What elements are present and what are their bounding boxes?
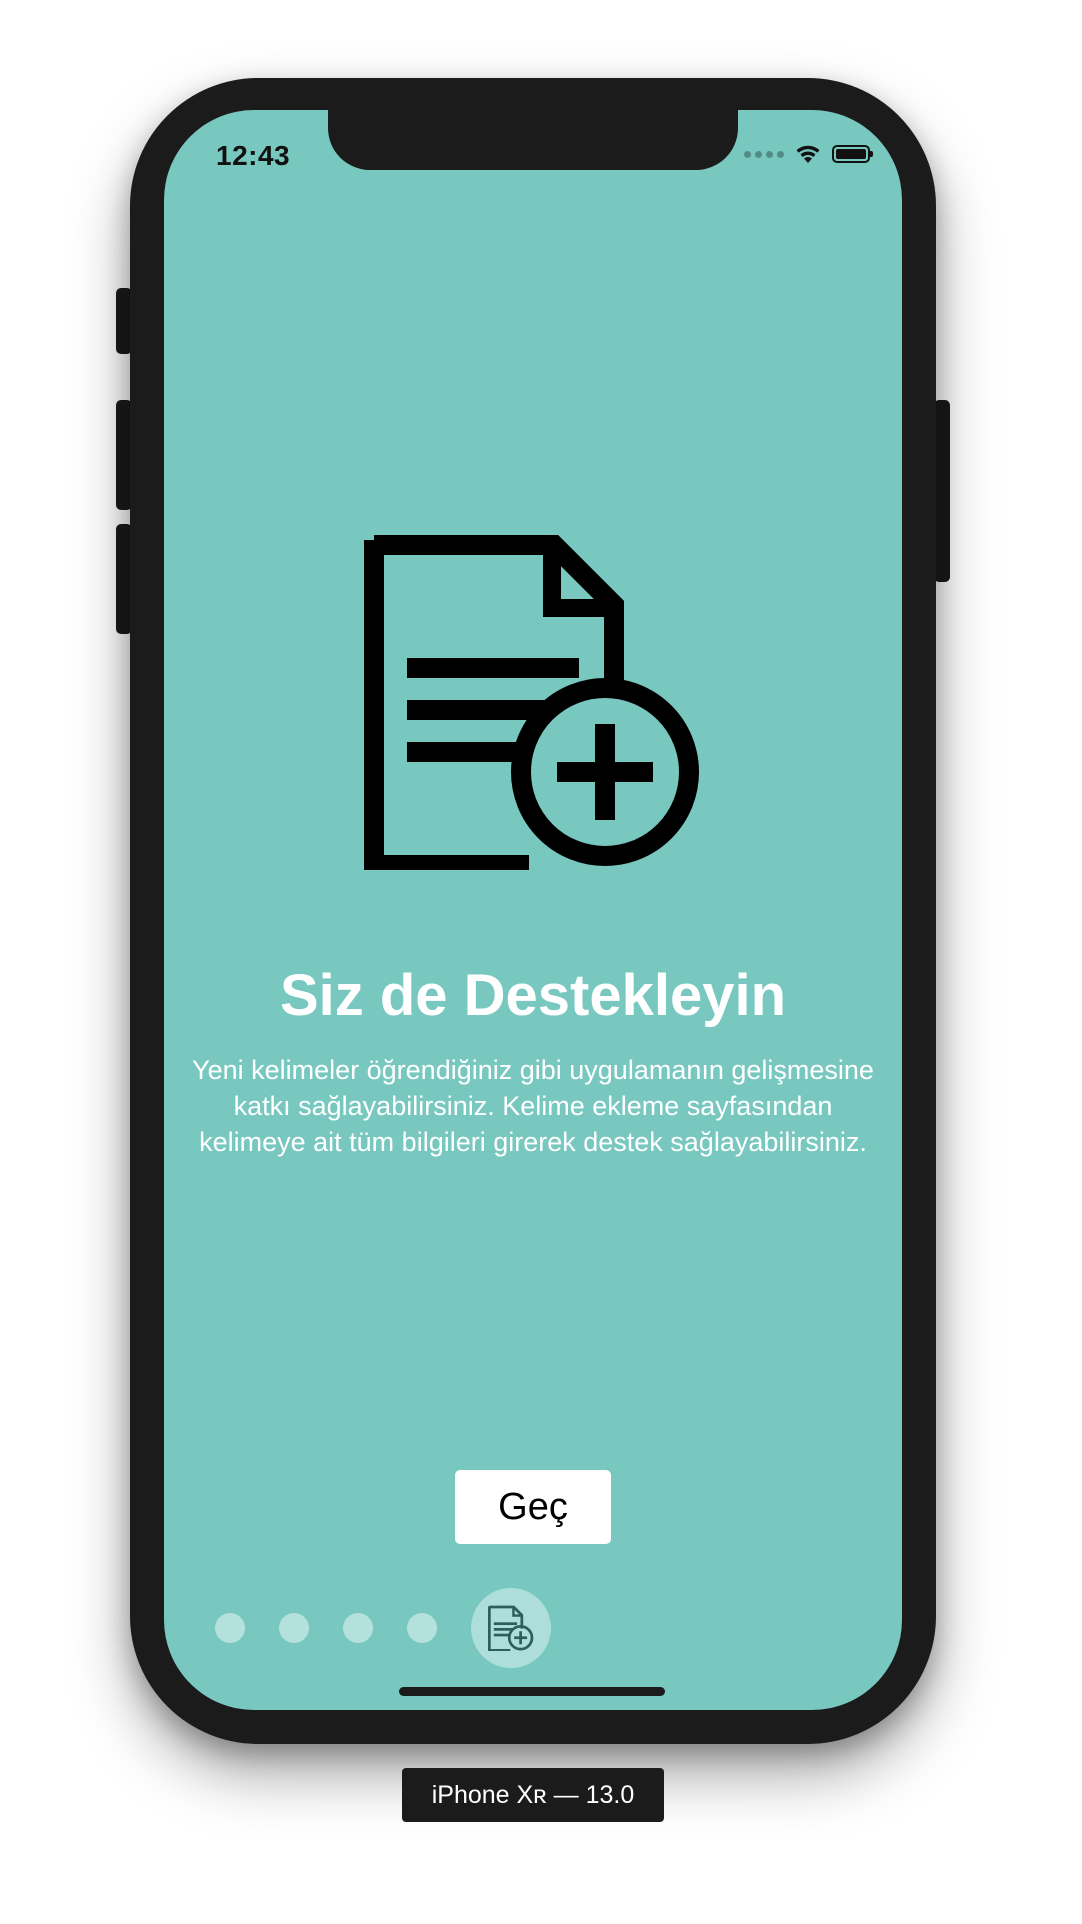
power-button <box>934 400 950 582</box>
onboarding-title: Siz de Destekleyin <box>279 963 787 1028</box>
page-dot-1[interactable] <box>215 1613 245 1643</box>
home-indicator[interactable] <box>399 1687 665 1696</box>
wifi-icon <box>796 145 820 163</box>
page-indicator <box>164 1588 902 1668</box>
notch <box>328 110 738 170</box>
document-add-icon <box>488 1605 534 1651</box>
status-time: 12:43 <box>216 140 291 171</box>
page-dot-4[interactable] <box>407 1613 437 1643</box>
page-dot-3[interactable] <box>343 1613 373 1643</box>
simulator-device-label: iPhone Xʀ — 13.0 <box>402 1768 664 1822</box>
signal-dots-icon <box>744 150 784 158</box>
skip-button[interactable]: Geç <box>455 1470 611 1544</box>
battery-icon <box>832 145 873 163</box>
document-add-icon <box>364 535 699 870</box>
page-dot-5-active[interactable] <box>471 1588 551 1668</box>
simulator-stage: 12:43 Siz de Destekleyin Yeni kelimeler … <box>0 0 1082 1924</box>
device-screen: 12:43 Siz de Destekleyin Yeni kelimeler … <box>164 110 902 1710</box>
onboarding-description: Yeni kelimeler öğrendiğiniz gibi uygulam… <box>192 1055 874 1157</box>
page-dot-2[interactable] <box>279 1613 309 1643</box>
status-icons <box>744 144 873 164</box>
device-frame: 12:43 Siz de Destekleyin Yeni kelimeler … <box>130 78 936 1744</box>
